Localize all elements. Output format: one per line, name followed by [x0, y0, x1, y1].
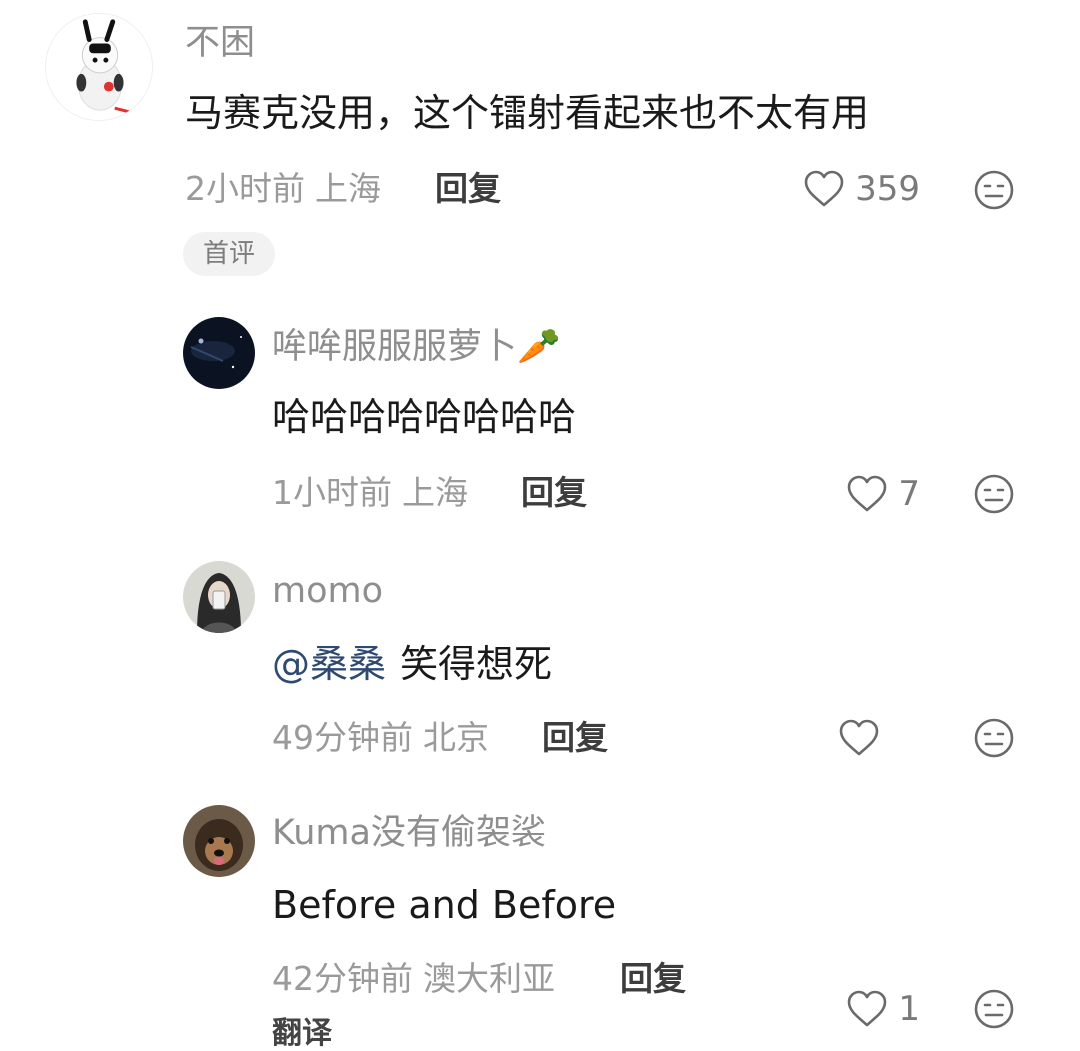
comment-location: 北京: [423, 718, 489, 757]
comment-location: 上海: [402, 473, 468, 512]
comment-text: 马赛克没用，这个镭射看起来也不太有用: [185, 91, 870, 135]
comment-username[interactable]: momo: [272, 574, 383, 609]
dislike-button[interactable]: [973, 717, 1015, 759]
heart-outline-icon: [839, 719, 879, 756]
first-comment-badge: 首评: [183, 232, 276, 276]
comment-time: 2小时前: [185, 169, 305, 208]
comment-text: Before and Before: [272, 883, 617, 927]
comment-meta: 49分钟前 北京: [272, 721, 489, 754]
like-button[interactable]: [838, 716, 890, 760]
comment-username[interactable]: 不困: [185, 26, 255, 61]
comment-text-line: @桑桑 笑得想死: [272, 645, 552, 683]
comment-thread: 不困 马赛克没用，这个镭射看起来也不太有用 2小时前上海 回复 359 首评: [0, 0, 1080, 1051]
like-count: 359: [855, 169, 920, 209]
comment-location: 澳大利亚: [423, 959, 555, 998]
comment-meta: 42分钟前 澳大利亚: [272, 962, 555, 995]
meh-face-icon: [974, 718, 1014, 758]
reply-button[interactable]: 回复: [521, 476, 587, 509]
reply-button[interactable]: 回复: [435, 172, 501, 205]
heart-outline-icon: [848, 990, 887, 1027]
comment-username[interactable]: Kuma没有偷袈裟: [272, 816, 546, 851]
dislike-button[interactable]: [973, 169, 1015, 211]
like-button[interactable]: 359: [803, 167, 920, 211]
comment-username[interactable]: 哞哞服服服萝卜🥕: [272, 330, 561, 365]
translate-button[interactable]: 翻译: [272, 1019, 332, 1049]
heart-outline-icon: [804, 170, 844, 207]
comment-location: 上海: [315, 169, 381, 208]
dislike-button[interactable]: [973, 988, 1015, 1030]
dislike-button[interactable]: [973, 473, 1015, 515]
comment-time: 1小时前: [272, 473, 392, 512]
avatar[interactable]: [183, 561, 255, 633]
user-mention-link[interactable]: @桑桑: [272, 642, 386, 686]
comment-time: 42分钟前: [272, 959, 413, 998]
like-count: 1: [898, 989, 920, 1029]
avatar[interactable]: [183, 317, 255, 389]
meh-face-icon: [974, 989, 1014, 1029]
heart-outline-icon: [848, 475, 887, 512]
comment-meta: 1小时前 上海: [272, 476, 468, 509]
reply-button[interactable]: 回复: [620, 962, 686, 995]
meh-face-icon: [974, 170, 1014, 210]
like-count: 7: [898, 474, 920, 514]
comment-time: 49分钟前: [272, 718, 413, 757]
like-button[interactable]: 1: [846, 987, 920, 1031]
like-button[interactable]: 7: [846, 472, 920, 516]
avatar[interactable]: [45, 13, 153, 121]
reply-button[interactable]: 回复: [542, 721, 608, 754]
comment-text: 哈哈哈哈哈哈哈哈: [272, 395, 577, 439]
comment-meta: 2小时前 上海: [185, 172, 381, 205]
avatar[interactable]: [183, 805, 255, 877]
comment-text: 笑得想死: [400, 642, 553, 686]
meh-face-icon: [974, 474, 1014, 514]
